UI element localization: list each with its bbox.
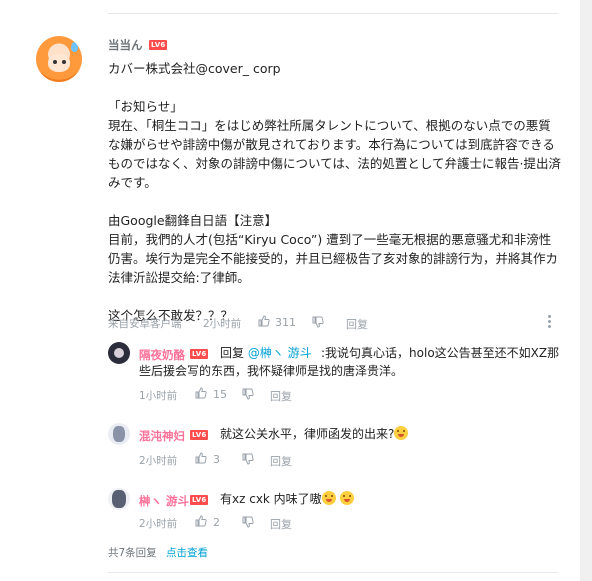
- like-count: 15: [213, 388, 227, 401]
- reply-button[interactable]: 回复: [270, 388, 292, 404]
- scrollbar[interactable]: [580, 0, 592, 581]
- grin-emoji-icon: [321, 491, 336, 505]
- avatar-figure: [112, 490, 126, 508]
- view-more-link[interactable]: 点击查看: [166, 545, 208, 560]
- comment-time: 2小时前: [203, 318, 242, 330]
- like-icon[interactable]: [195, 387, 207, 399]
- more-options-icon[interactable]: [548, 315, 552, 329]
- avatar[interactable]: [108, 342, 130, 364]
- reply-count: 共7条回复: [108, 547, 157, 559]
- like-icon[interactable]: [195, 515, 207, 527]
- username[interactable]: 当当ん: [108, 37, 143, 53]
- dislike-icon[interactable]: [242, 453, 254, 465]
- reply-text: :我说句真心话，holo这公告甚至还不如XZ那些后援会写的东西，我怀疑律师是找的…: [139, 346, 560, 378]
- divider: [108, 13, 558, 14]
- dislike-icon[interactable]: [242, 516, 254, 528]
- avatar-eye: [53, 60, 57, 64]
- reply-button[interactable]: 回复: [270, 516, 292, 532]
- reply-content: 有xz cxk 内味了嗷: [220, 490, 565, 508]
- reply-text: 有xz cxk 内味了嗷: [220, 492, 322, 506]
- like-icon[interactable]: [258, 315, 270, 327]
- avatar-figure: [113, 426, 125, 442]
- reply-button[interactable]: 回复: [270, 453, 292, 469]
- like-count: 2: [213, 516, 220, 529]
- avatar-face: [48, 54, 70, 72]
- level-badge: LV6: [190, 495, 209, 505]
- like-count: 311: [275, 316, 296, 329]
- avatar-eye: [62, 60, 66, 64]
- dislike-icon[interactable]: [242, 388, 254, 400]
- username[interactable]: 混沌神妇: [139, 428, 185, 444]
- divider: [108, 572, 558, 573]
- comment-content: カバー株式会社@cover_ corp 「お知らせ」 現在、「桐生ココ」をはじめ…: [108, 61, 561, 323]
- reply-time: 1小时前: [139, 390, 178, 402]
- comment-panel: 当当ん LV6 カバー株式会社@cover_ corp 「お知らせ」 現在、「桐…: [0, 0, 580, 581]
- level-badge: LV6: [149, 40, 168, 50]
- device-label: 来自安卓客户端: [108, 318, 182, 330]
- dislike-icon[interactable]: [312, 316, 324, 328]
- grin-emoji-icon: [339, 491, 354, 505]
- username[interactable]: 榊ヽ 游斗: [139, 493, 189, 509]
- grin-emoji-icon: [394, 426, 409, 440]
- avatar[interactable]: [108, 423, 130, 445]
- like-count: 3: [213, 453, 220, 466]
- reply-time: 2小时前: [139, 455, 178, 467]
- level-badge: LV6: [190, 430, 209, 440]
- sweat-drop-icon: [71, 42, 78, 52]
- reply-time: 2小时前: [139, 518, 178, 530]
- avatar[interactable]: [108, 488, 130, 510]
- reply-text: 就这公关水平，律师函发的出来?: [220, 427, 395, 441]
- reply-button[interactable]: 回复: [346, 316, 368, 332]
- like-icon[interactable]: [195, 452, 207, 464]
- avatar[interactable]: [36, 36, 82, 82]
- reply-content: 就这公关水平，律师函发的出来?: [220, 425, 565, 443]
- avatar-face: [114, 348, 124, 358]
